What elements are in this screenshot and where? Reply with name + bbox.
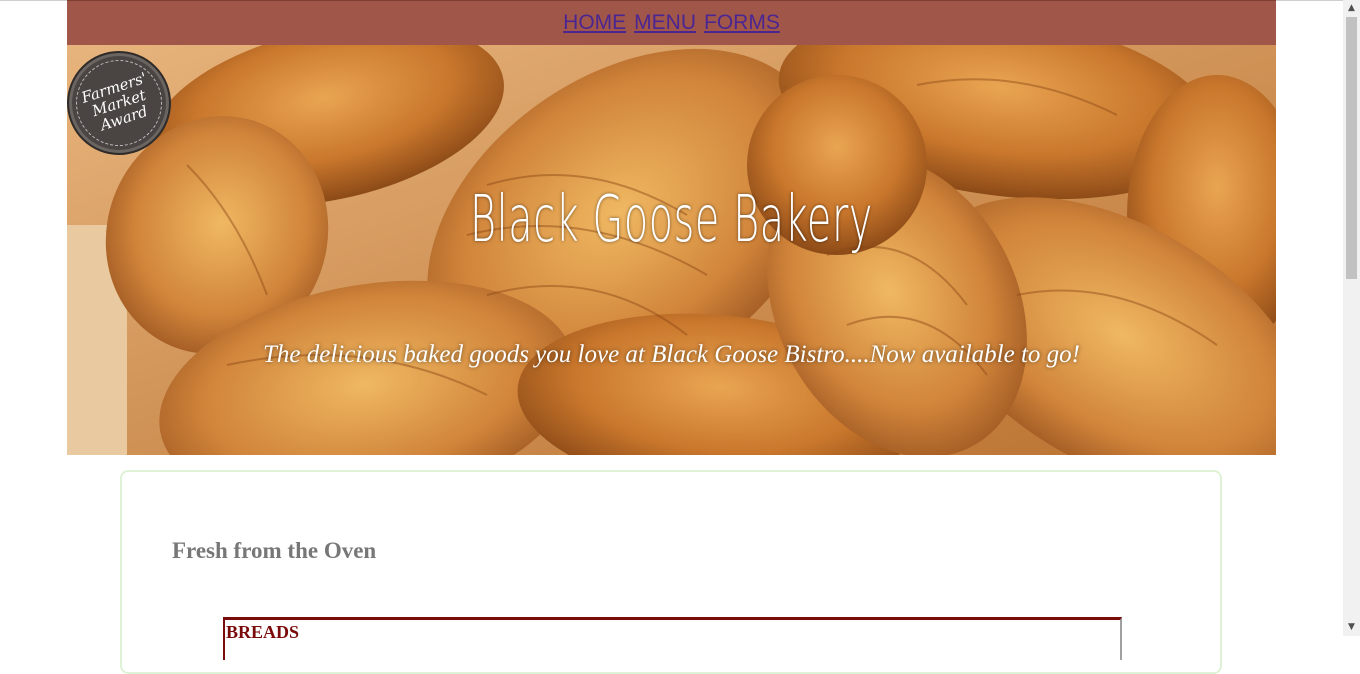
breads-table: BREADS — [223, 617, 1122, 660]
nav-home-link[interactable]: HOME — [563, 11, 626, 35]
bakery-logo-title: Black Goose Bakery — [470, 183, 873, 257]
breads-table-header: BREADS — [226, 622, 300, 642]
nav-forms-link[interactable]: FORMS — [704, 11, 780, 35]
vertical-scrollbar[interactable]: ▲ ▼ — [1343, 0, 1360, 636]
farmers-market-award-badge: Farmers' Market Award — [67, 48, 174, 158]
content-card: Fresh from the Oven BREADS — [120, 470, 1222, 674]
page-container: HOME MENU FORMS Farmers' Market Award Bl… — [67, 0, 1276, 455]
hero-tagline: The delicious baked goods you love at Bl… — [263, 341, 1080, 368]
scroll-up-arrow-icon[interactable]: ▲ — [1343, 0, 1360, 17]
scroll-down-arrow-icon[interactable]: ▼ — [1343, 619, 1360, 636]
hero-banner: Farmers' Market Award Black Goose Bakery… — [67, 45, 1276, 455]
section-heading: Fresh from the Oven — [172, 538, 377, 563]
scrollbar-thumb[interactable] — [1346, 17, 1357, 279]
nav-menu-link[interactable]: MENU — [634, 11, 696, 35]
main-nav: HOME MENU FORMS — [67, 0, 1276, 45]
